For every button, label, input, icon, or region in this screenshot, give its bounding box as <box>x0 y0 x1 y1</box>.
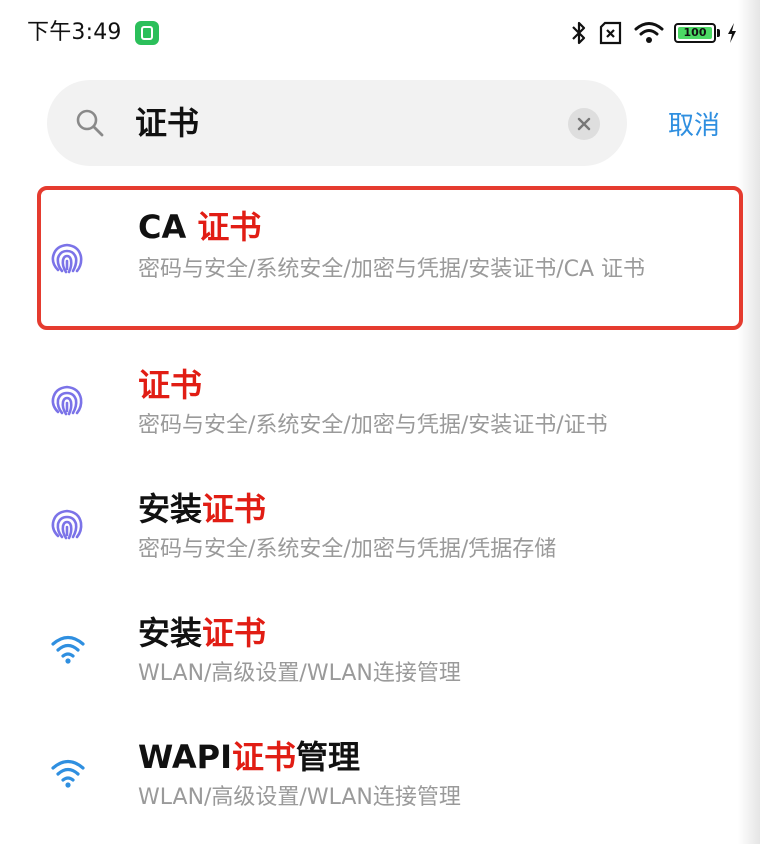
result-item[interactable]: 证书 密码与安全/系统安全/加密与凭据/安装证书/证书 <box>0 356 760 456</box>
status-bar: 下午3:49 100 <box>0 0 760 66</box>
fingerprint-icon <box>48 506 86 548</box>
wifi-icon <box>50 758 86 792</box>
fingerprint-icon <box>48 382 86 424</box>
result-path: 密码与安全/系统安全/加密与凭据/安装证书/证书 <box>138 413 608 438</box>
battery-level: 100 <box>678 27 712 39</box>
no-sim-icon <box>598 21 624 45</box>
search-bar[interactable]: 证书 <box>47 80 627 166</box>
result-item[interactable]: WAPI证书管理 WLAN/高级设置/WLAN连接管理 <box>0 728 760 828</box>
result-item[interactable]: 安装证书 WLAN/高级设置/WLAN连接管理 <box>0 604 760 704</box>
wifi-icon <box>50 634 86 668</box>
search-icon <box>75 108 105 142</box>
battery-icon: 100 <box>674 23 720 43</box>
clear-search-button[interactable] <box>568 108 600 140</box>
search-input[interactable]: 证书 <box>135 102 199 144</box>
result-path: WLAN/高级设置/WLAN连接管理 <box>138 785 461 810</box>
result-title: WAPI证书管理 <box>138 738 361 776</box>
close-icon <box>577 117 591 131</box>
result-path: WLAN/高级设置/WLAN连接管理 <box>138 661 461 686</box>
status-icons: 100 <box>570 18 738 48</box>
bluetooth-icon <box>570 20 588 46</box>
app-notification-icon <box>135 21 159 45</box>
annotation-highlight-box <box>37 186 743 330</box>
wifi-signal-icon <box>634 21 664 45</box>
result-title: 安装证书 <box>138 614 267 652</box>
result-title: 安装证书 <box>138 490 267 528</box>
cancel-button[interactable]: 取消 <box>668 108 720 144</box>
result-path: 密码与安全/系统安全/加密与凭据/凭据存储 <box>138 537 557 562</box>
status-time: 下午3:49 <box>27 20 122 45</box>
result-title: 证书 <box>138 366 203 404</box>
result-item[interactable]: 安装证书 密码与安全/系统安全/加密与凭据/凭据存储 <box>0 480 760 580</box>
charging-icon <box>726 22 738 44</box>
